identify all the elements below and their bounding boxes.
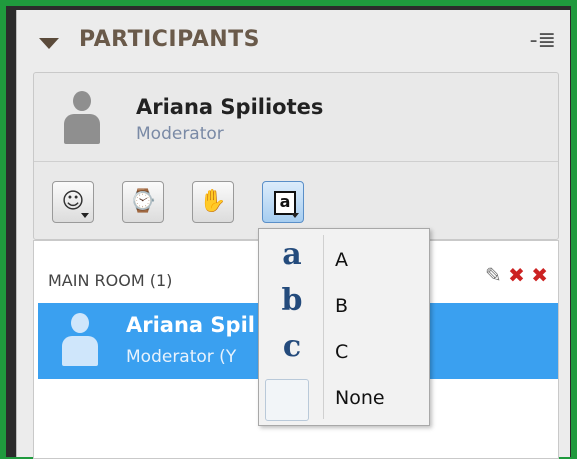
raise-hand-button[interactable]: ✋ (192, 181, 234, 223)
menu-lines-icon[interactable]: -≣ (530, 28, 556, 53)
avatar (60, 313, 100, 369)
participant-name: Ariana Spil (126, 313, 255, 337)
self-status-box: Ariana Spiliotes Moderator ☺ ⌚ ✋ a (33, 72, 559, 240)
person-clock-icon: ⌚ (129, 189, 157, 214)
answer-button[interactable]: a (262, 181, 304, 223)
self-info: Ariana Spiliotes Moderator (34, 73, 558, 162)
dropdown-item-label: None (335, 387, 385, 409)
dropdown-item-label: C (335, 341, 349, 363)
smiley-icon: ☺ (61, 189, 85, 214)
status-button[interactable]: ⌚ (122, 181, 164, 223)
remove-copy-icon[interactable]: ✖ (508, 263, 525, 287)
participant-role: Moderator (Y (126, 347, 237, 367)
panel-header: PARTICIPANTS -≣ (17, 10, 570, 72)
chevron-down-icon (81, 213, 89, 218)
letter-a-icon: a (282, 237, 302, 272)
room-tools: ✎ ✖ ✖ (485, 263, 548, 287)
dropdown-item-c[interactable]: c C (259, 327, 429, 373)
room-label: MAIN ROOM (1) (48, 271, 173, 290)
hand-icon: ✋ (199, 189, 227, 214)
self-name: Ariana Spiliotes (136, 95, 324, 119)
panel-title: PARTICIPANTS (79, 27, 261, 52)
dropdown-item-none[interactable]: None (259, 377, 429, 423)
letter-c-icon: c (282, 329, 302, 364)
emoticon-button[interactable]: ☺ (52, 181, 94, 223)
letter-b-icon: b (281, 283, 303, 318)
dropdown-item-a[interactable]: a A (259, 235, 429, 281)
self-role: Moderator (136, 124, 224, 144)
dropdown-item-label: A (335, 249, 348, 271)
chevron-down-icon (291, 213, 299, 218)
avatar (62, 91, 102, 147)
collapse-triangle-icon[interactable] (39, 38, 59, 49)
pencil-icon[interactable]: ✎ (485, 263, 502, 287)
remove-globe-icon[interactable]: ✖ (531, 263, 548, 287)
answer-dropdown: a A b B c C None (258, 228, 430, 426)
letter-a-icon: a (274, 191, 296, 215)
dropdown-item-label: B (335, 295, 349, 317)
dropdown-item-b[interactable]: b B (259, 281, 429, 327)
